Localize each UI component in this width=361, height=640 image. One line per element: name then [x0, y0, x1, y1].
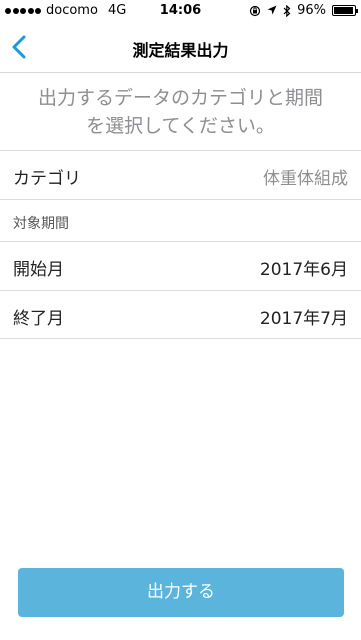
end-month-value: 2017年7月 [259, 309, 348, 329]
instruction-text: 出力するデータのカテゴリと期間 を選択してください。 [0, 80, 361, 150]
instruction-line-2: を選択してください。 [86, 115, 275, 137]
start-month-label: 開始月 [13, 260, 64, 280]
navigation-bar: 測定結果出力 [0, 22, 361, 73]
period-section-header: 対象期間 [0, 199, 361, 241]
location-arrow-icon [267, 5, 277, 15]
end-month-row[interactable]: 終了月 2017年7月 [0, 290, 361, 339]
battery-icon [332, 5, 358, 16]
category-value: 体重体組成 [263, 169, 348, 189]
period-header-label: 対象期間 [13, 216, 69, 232]
screen: docomo 4G 14:06 96% 測定結果出力 出力するデータのカテゴリと… [0, 0, 361, 640]
start-month-value: 2017年6月 [259, 260, 348, 280]
end-month-label: 終了月 [13, 309, 64, 329]
status-right: 96% [249, 3, 358, 18]
category-label: カテゴリ [13, 169, 81, 189]
bluetooth-icon [283, 4, 291, 17]
instruction-line-1: 出力するデータのカテゴリと期間 [37, 87, 323, 109]
status-bar: docomo 4G 14:06 96% [0, 0, 361, 22]
battery-percent: 96% [297, 3, 326, 18]
start-month-row[interactable]: 開始月 2017年6月 [0, 241, 361, 290]
page-title: 測定結果出力 [132, 41, 229, 60]
export-button[interactable]: 出力する [18, 568, 344, 617]
category-row[interactable]: カテゴリ 体重体組成 [0, 150, 361, 199]
orientation-lock-icon [249, 5, 261, 16]
